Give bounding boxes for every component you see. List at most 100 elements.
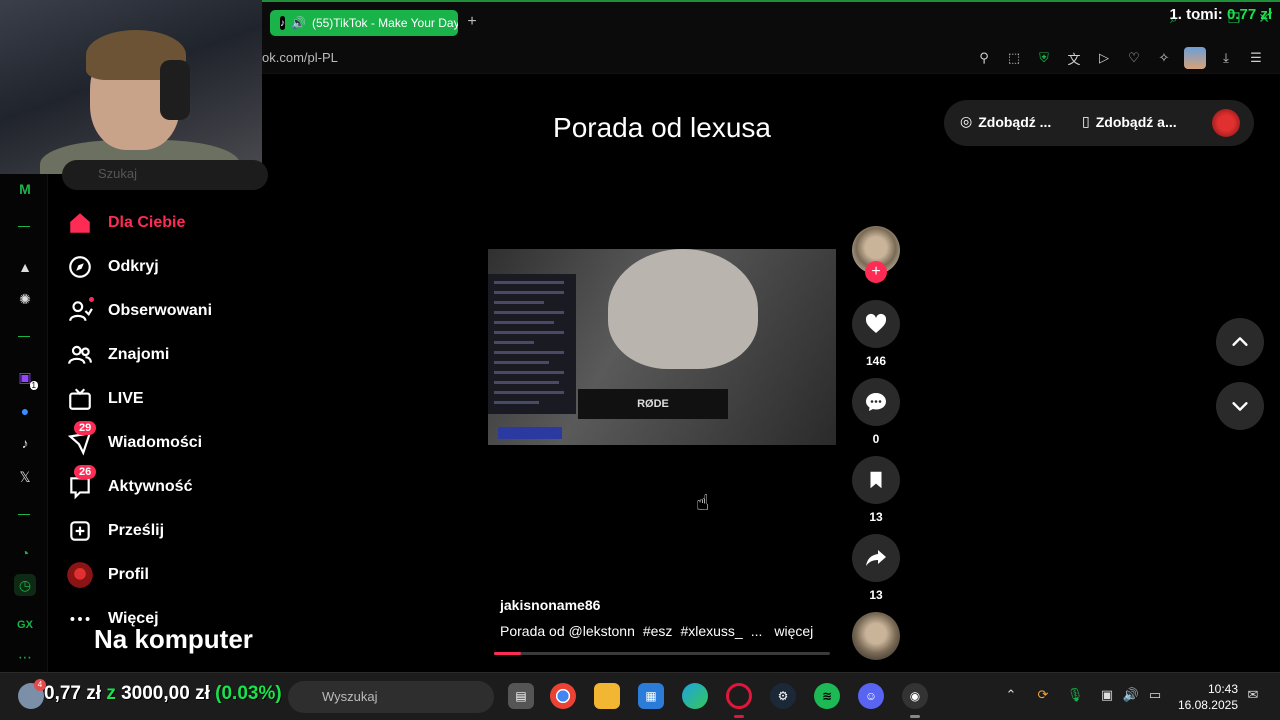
home-icon <box>66 209 94 237</box>
x-twitter-icon[interactable]: 𝕏 <box>14 466 36 488</box>
steam-icon[interactable]: ⚙ <box>770 683 796 709</box>
store-icon[interactable]: ▦ <box>638 683 664 709</box>
profile-avatar-button[interactable] <box>1212 109 1240 137</box>
donation-percent: (0.03%) <box>215 683 282 704</box>
donation-goal-overlay: 0,77 zł z 3000,00 zł (0.03%) <box>44 683 282 705</box>
next-video-button[interactable] <box>1216 382 1264 430</box>
sidebar-divider <box>18 514 30 515</box>
weather-icon[interactable]: 4 <box>18 679 46 709</box>
user-avatar-icon[interactable] <box>1184 47 1206 69</box>
menu-icon[interactable]: ☰ <box>1246 48 1266 68</box>
aria-icon[interactable]: ▲ <box>14 256 36 278</box>
taskbar-search-placeholder: Wyszukaj <box>322 689 378 704</box>
header-actions: ◎ Zdobądź ... ▯ Zdobądź a... <box>944 100 1254 146</box>
activity-icon: 26 <box>66 465 97 501</box>
gx-corner-icon[interactable]: GX <box>14 614 36 636</box>
activity-badge: 26 <box>74 465 97 479</box>
tab-tiktok[interactable]: ♪ 🔊 (55)TikTok - Make Your Day <box>270 10 458 36</box>
comment-icon <box>866 393 886 411</box>
like-button[interactable] <box>852 300 900 348</box>
video-author[interactable]: jakisnoname86 <box>500 597 600 613</box>
messenger-icon[interactable]: ● <box>14 400 36 422</box>
sidebar-item-label: Aktywność <box>108 478 193 495</box>
taskbar-search-input[interactable]: Wyszukaj <box>288 681 494 713</box>
snapshot-icon[interactable]: ⬚ <box>1004 48 1024 68</box>
spotify-icon[interactable]: ≋ <box>814 683 840 709</box>
url-field[interactable]: ok.com/pl-PL <box>262 50 338 65</box>
microphone-icon[interactable]: 🎙 <box>1066 687 1084 703</box>
video-progress-bar[interactable] <box>494 652 830 655</box>
previous-video-button[interactable] <box>1216 318 1264 366</box>
play-icon[interactable]: ▷ <box>1094 48 1114 68</box>
get-coins-button[interactable]: ◎ Zdobądź ... <box>960 113 1051 130</box>
sidebar-item-following[interactable]: Obserwowani <box>66 296 212 326</box>
task-view-icon[interactable]: ▤ <box>508 683 534 709</box>
follow-button[interactable]: + <box>865 261 887 283</box>
music-disc-avatar[interactable] <box>852 612 900 660</box>
extensions-icon[interactable]: ✧ <box>1154 48 1174 68</box>
chevron-up-tray-icon[interactable]: ⌃ <box>1002 687 1020 703</box>
search-input[interactable]: Szukaj <box>62 160 268 190</box>
messages-icon: 29 <box>66 421 97 457</box>
history-icon[interactable]: ◷ <box>14 574 36 596</box>
battery-icon[interactable]: ▭ <box>1146 687 1164 703</box>
discord-icon[interactable]: ☺ <box>858 683 884 709</box>
pin-icon[interactable]: ⚲ <box>974 48 994 68</box>
sync-icon[interactable]: ⟳ <box>1034 687 1052 703</box>
messenger-m-icon[interactable]: M <box>14 178 36 200</box>
sidebar-item-friends[interactable]: Znajomi <box>66 340 169 370</box>
heart-outline-icon[interactable]: ♡ <box>1124 48 1144 68</box>
clock[interactable]: 10:43 16.08.2025 <box>1176 681 1238 713</box>
new-tab-button[interactable]: + <box>462 12 482 32</box>
file-explorer-icon[interactable] <box>594 683 620 709</box>
hashtag[interactable]: #xlexuss_ <box>680 623 742 639</box>
more-button[interactable]: więcej <box>774 623 813 639</box>
twitch-icon[interactable]: ▣ 1 <box>14 366 38 390</box>
comment-button[interactable] <box>852 378 900 426</box>
app-running-indicator <box>910 715 920 718</box>
tiktok-favicon-icon: ♪ <box>280 16 285 30</box>
following-icon <box>66 297 94 325</box>
speed-dial-icon[interactable]: ◔ <box>14 542 36 564</box>
sidebar-item-messages[interactable]: 29 Wiadomości <box>66 421 202 458</box>
more-dots-icon[interactable]: ⋯ <box>14 646 36 668</box>
translate-icon[interactable]: 文 <box>1064 48 1084 68</box>
sidebar-item-label: Dla Ciebie <box>108 214 186 231</box>
tiktok-icon[interactable]: ♪ <box>14 432 36 454</box>
sidebar-item-explore[interactable]: Odkryj <box>66 252 159 282</box>
chatgpt-icon[interactable]: ✺ <box>14 288 36 310</box>
pill-label: Zdobądź ... <box>978 113 1052 130</box>
video-player[interactable]: RØDE <box>488 249 836 445</box>
like-count: 146 <box>865 354 887 368</box>
video-hand-shape <box>608 249 758 369</box>
compass-icon <box>66 253 94 281</box>
edge-icon[interactable] <box>682 683 708 709</box>
opera-gx-icon[interactable] <box>726 683 752 709</box>
sidebar-item-upload[interactable]: Prześlij <box>66 516 164 546</box>
save-button[interactable] <box>852 456 900 504</box>
sidebar-item-live[interactable]: LIVE <box>66 384 144 414</box>
sidebar-item-label: LIVE <box>108 390 144 407</box>
heart-icon <box>865 313 887 333</box>
donation-current: 0,77 zł <box>44 683 102 704</box>
download-icon[interactable]: ⤓ <box>1216 48 1236 68</box>
sidebar-item-label: Odkryj <box>108 258 159 275</box>
network-icon[interactable]: ▣ <box>1098 687 1116 703</box>
chrome-icon[interactable] <box>550 683 576 709</box>
sidebar-item-profile[interactable]: Profil <box>66 560 149 590</box>
share-button[interactable] <box>852 534 900 582</box>
obs-icon[interactable]: ◉ <box>902 683 928 709</box>
sidebar-divider <box>18 226 30 227</box>
volume-icon[interactable]: 🔊 <box>1122 687 1140 703</box>
get-app-button[interactable]: ▯ Zdobądź a... <box>1082 113 1177 130</box>
sidebar-item-activity[interactable]: 26 Aktywność <box>66 465 193 502</box>
sidebar-item-label: Prześlij <box>108 522 165 539</box>
more-dots-icon <box>66 605 94 633</box>
sidebar-item-for-you[interactable]: Dla Ciebie <box>66 208 185 238</box>
hashtag[interactable]: #esz <box>643 623 673 639</box>
speaker-icon: 🔊 <box>291 16 306 30</box>
donation-label: 1. tomi: <box>1169 6 1223 23</box>
notifications-icon[interactable]: ✉ <box>1244 687 1262 703</box>
shield-check-icon[interactable]: ⛨ <box>1034 48 1054 68</box>
phone-icon: ▯ <box>1082 113 1090 129</box>
